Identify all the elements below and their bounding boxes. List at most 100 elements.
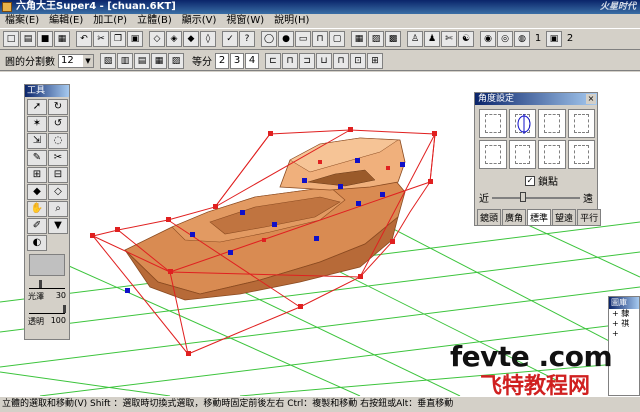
grid-icon[interactable]: ▦ — [351, 31, 367, 47]
divide-option-3[interactable]: 3 — [230, 52, 244, 69]
magic-wand-icon[interactable]: ✶ — [27, 116, 47, 132]
gloss-slider[interactable] — [29, 279, 65, 289]
view-cell[interactable] — [538, 140, 566, 169]
pose-icon[interactable]: ♟ — [424, 31, 440, 47]
merge-icon[interactable]: ▨ — [168, 52, 184, 69]
scale-icon[interactable]: ⇲ — [27, 133, 47, 149]
pen-icon[interactable]: ✎ — [27, 150, 47, 166]
image-icon[interactable]: ▨ — [368, 31, 384, 47]
render-icon[interactable]: ◉ — [480, 31, 496, 47]
cube-solid-icon[interactable]: ◆ — [183, 31, 199, 47]
zoom-icon[interactable]: ⌕ — [48, 201, 68, 217]
tab-parallel[interactable]: 平行 — [577, 209, 602, 226]
new-file-icon[interactable]: □ — [3, 31, 19, 47]
bend-icon[interactable]: ▤ — [134, 52, 150, 69]
align-more-icon[interactable]: ⊞ — [367, 52, 383, 69]
figure-icon[interactable]: ♙ — [407, 31, 423, 47]
cube-select-icon[interactable]: ◈ — [166, 31, 182, 47]
scissors-icon[interactable]: ✄ — [441, 31, 457, 47]
tab-telephoto[interactable]: 望遠 — [552, 209, 577, 226]
toolbar-number-1[interactable]: 1 — [531, 31, 545, 47]
align-top-icon[interactable]: ⊔ — [316, 52, 332, 69]
cube-tool-icon[interactable]: ◆ — [27, 184, 47, 200]
knife-icon[interactable]: ✂ — [48, 150, 68, 166]
menu-help[interactable]: 說明(H) — [269, 14, 314, 28]
divide-option-4[interactable]: 4 — [245, 52, 259, 69]
align-left-icon[interactable]: ⊏ — [265, 52, 281, 69]
render-alt-icon[interactable]: ◎ — [497, 31, 513, 47]
cylinder-icon[interactable]: ◯ — [261, 31, 277, 47]
menu-window[interactable]: 視窗(W) — [221, 14, 269, 28]
paint-can-icon[interactable]: ◐ — [27, 235, 47, 251]
view-cell[interactable] — [567, 109, 595, 138]
toolbar-number-2[interactable]: 2 — [563, 31, 577, 47]
align-right-icon[interactable]: ⊐ — [299, 52, 315, 69]
corner-watermark: 火星时代 — [599, 2, 636, 12]
layer-row[interactable]: + 隸 — [609, 309, 639, 319]
pipe-icon[interactable]: ⊓ — [312, 31, 328, 47]
cut-icon[interactable]: ✂ — [93, 31, 109, 47]
render-solid-icon[interactable]: ◍ — [514, 31, 530, 47]
snap-checkbox[interactable]: ✓ — [525, 175, 535, 186]
print-icon[interactable]: ▦ — [54, 31, 70, 47]
divide-option-2[interactable]: 2 — [215, 52, 229, 69]
select-arrow-icon[interactable]: ➚ — [27, 99, 47, 115]
copy-icon[interactable]: ❐ — [110, 31, 126, 47]
grid-divide-icon[interactable]: ▦ — [151, 52, 167, 69]
menu-file[interactable]: 檔案(E) — [0, 14, 44, 28]
menu-solid[interactable]: 立體(B) — [132, 14, 177, 28]
align-bottom-icon[interactable]: ⊓ — [333, 52, 349, 69]
sphere-icon[interactable]: ● — [278, 31, 294, 47]
menu-view[interactable]: 顯示(V) — [177, 14, 222, 28]
view-cell[interactable] — [479, 140, 507, 169]
opacity-slider[interactable] — [29, 304, 66, 314]
eyedropper-icon[interactable]: ✐ — [27, 218, 47, 234]
menu-edit[interactable]: 編輯(E) — [44, 14, 88, 28]
layer-row[interactable]: + 祺 — [609, 319, 639, 329]
cube-wire-icon[interactable]: ◊ — [200, 31, 216, 47]
align-center-icon[interactable]: ⊓ — [282, 52, 298, 69]
lathe-icon[interactable]: ▥ — [117, 52, 133, 69]
view-icon[interactable]: ▩ — [385, 31, 401, 47]
distance-slider[interactable] — [492, 191, 580, 202]
mirror-icon[interactable]: ⊟ — [48, 167, 68, 183]
align-extra-icon[interactable]: ⊡ — [350, 52, 366, 69]
view-cell-selected[interactable] — [508, 109, 536, 138]
color-swatch[interactable] — [29, 254, 65, 276]
tab-lens[interactable]: 鏡頭 — [477, 209, 502, 226]
extrude-icon[interactable]: ▧ — [100, 52, 116, 69]
extrude-tool-icon[interactable]: ⊞ — [27, 167, 47, 183]
view-cell[interactable] — [479, 109, 507, 138]
cube-icon[interactable]: ◇ — [149, 31, 165, 47]
save-icon[interactable]: ■ — [37, 31, 53, 47]
tab-wide[interactable]: 廣角 — [502, 209, 527, 226]
rotate-icon[interactable]: ↻ — [48, 99, 68, 115]
undo-icon[interactable]: ↶ — [76, 31, 92, 47]
help-icon[interactable]: ? — [239, 31, 255, 47]
frame-icon[interactable]: ▢ — [329, 31, 345, 47]
segment-select[interactable]: 12 ▼ — [58, 53, 94, 68]
render-box-icon[interactable]: ▣ — [546, 31, 562, 47]
check-icon[interactable]: ✓ — [222, 31, 238, 47]
box-icon[interactable]: ▭ — [295, 31, 311, 47]
layer-row[interactable]: + — [609, 329, 639, 339]
open-folder-icon[interactable]: ▤ — [20, 31, 36, 47]
secondary-toolbar: 圓的分割數 12 ▼ ▧ ▥ ▤ ▦ ▨ 等分 2 3 4 ⊏ ⊓ ⊐ ⊔ ⊓ … — [0, 51, 640, 71]
cube-outline-icon[interactable]: ◇ — [48, 184, 68, 200]
rotate-alt-icon[interactable]: ↺ — [48, 116, 68, 132]
lasso-icon[interactable]: ◌ — [48, 133, 68, 149]
view-cell[interactable] — [538, 109, 566, 138]
layer-panel: 圖庫 + 隸 + 祺 + — [608, 296, 640, 396]
paste-icon[interactable]: ▣ — [127, 31, 143, 47]
close-icon[interactable]: × — [586, 94, 596, 104]
chevron-down-icon[interactable]: ▼ — [83, 54, 93, 67]
hand-icon[interactable]: ✋ — [27, 201, 47, 217]
paint-bucket-icon[interactable]: ▼ — [48, 218, 68, 234]
view-cell[interactable] — [508, 140, 536, 169]
menu-process[interactable]: 加工(P) — [88, 14, 132, 28]
view-cell[interactable] — [567, 140, 595, 169]
tab-standard[interactable]: 標準 — [527, 209, 552, 226]
recycle-icon[interactable]: ☯ — [458, 31, 474, 47]
gloss-value: 30 — [55, 291, 66, 300]
far-label: 遠 — [583, 194, 593, 205]
